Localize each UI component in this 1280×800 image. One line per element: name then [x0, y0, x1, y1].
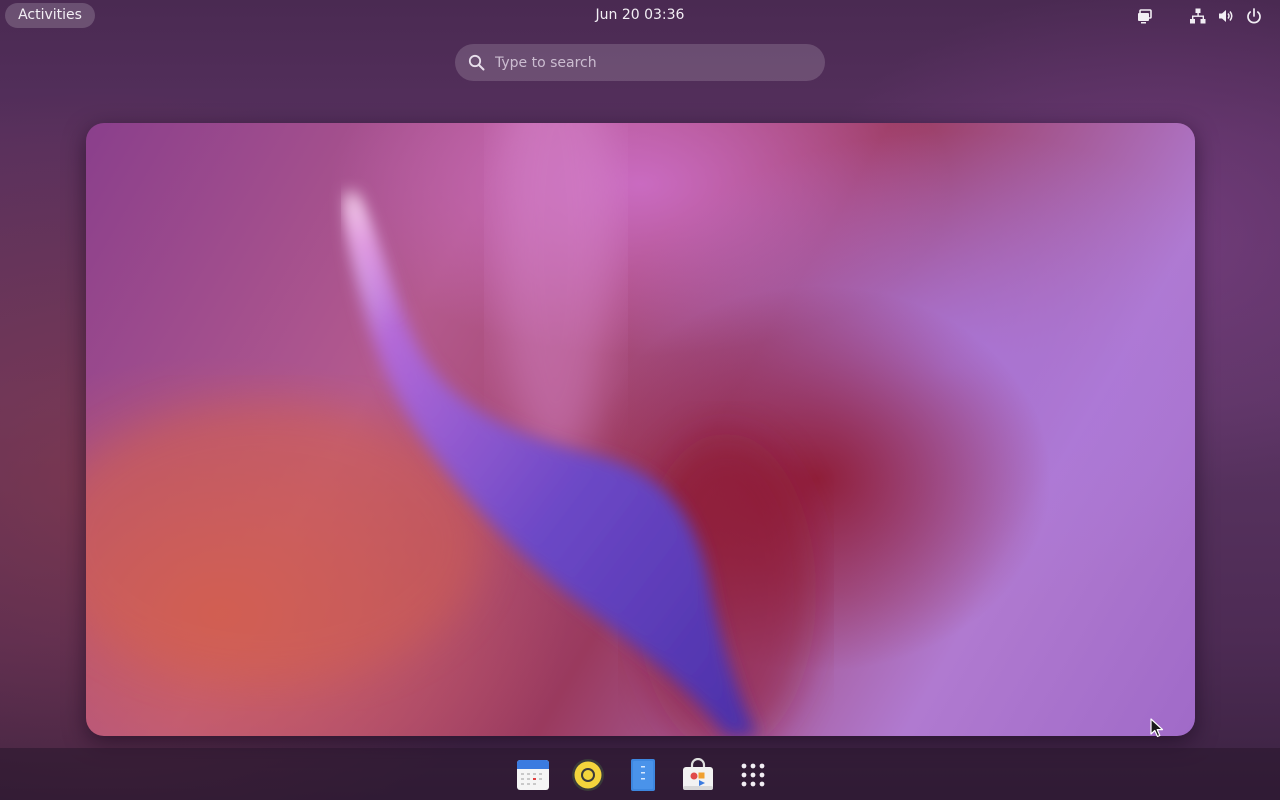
- mouse-cursor: [1150, 718, 1164, 738]
- screen-share-icon: [1138, 9, 1152, 24]
- power-icon: [1247, 8, 1261, 24]
- search-icon: [468, 54, 485, 71]
- search-box[interactable]: [455, 44, 825, 81]
- dash: [0, 748, 1280, 800]
- software-store-icon[interactable]: [681, 758, 715, 792]
- calendar-icon[interactable]: [516, 758, 550, 792]
- top-bar: Activities Jun 20 03:36: [0, 0, 1280, 32]
- show-apps-icon[interactable]: [736, 758, 770, 792]
- clock-container: Jun 20 03:36: [0, 0, 1280, 32]
- system-menu-button[interactable]: [1189, 7, 1269, 25]
- text-editor-icon[interactable]: [626, 758, 660, 792]
- search-input[interactable]: [495, 44, 805, 81]
- workspace-thumbnail[interactable]: [86, 123, 1195, 736]
- activities-button[interactable]: Activities: [5, 3, 95, 28]
- rhythmbox-icon[interactable]: [571, 758, 605, 792]
- clock[interactable]: Jun 20 03:36: [588, 5, 693, 25]
- network-icon: [1190, 8, 1206, 24]
- wallpaper-image: [86, 123, 816, 736]
- volume-icon: [1219, 10, 1233, 22]
